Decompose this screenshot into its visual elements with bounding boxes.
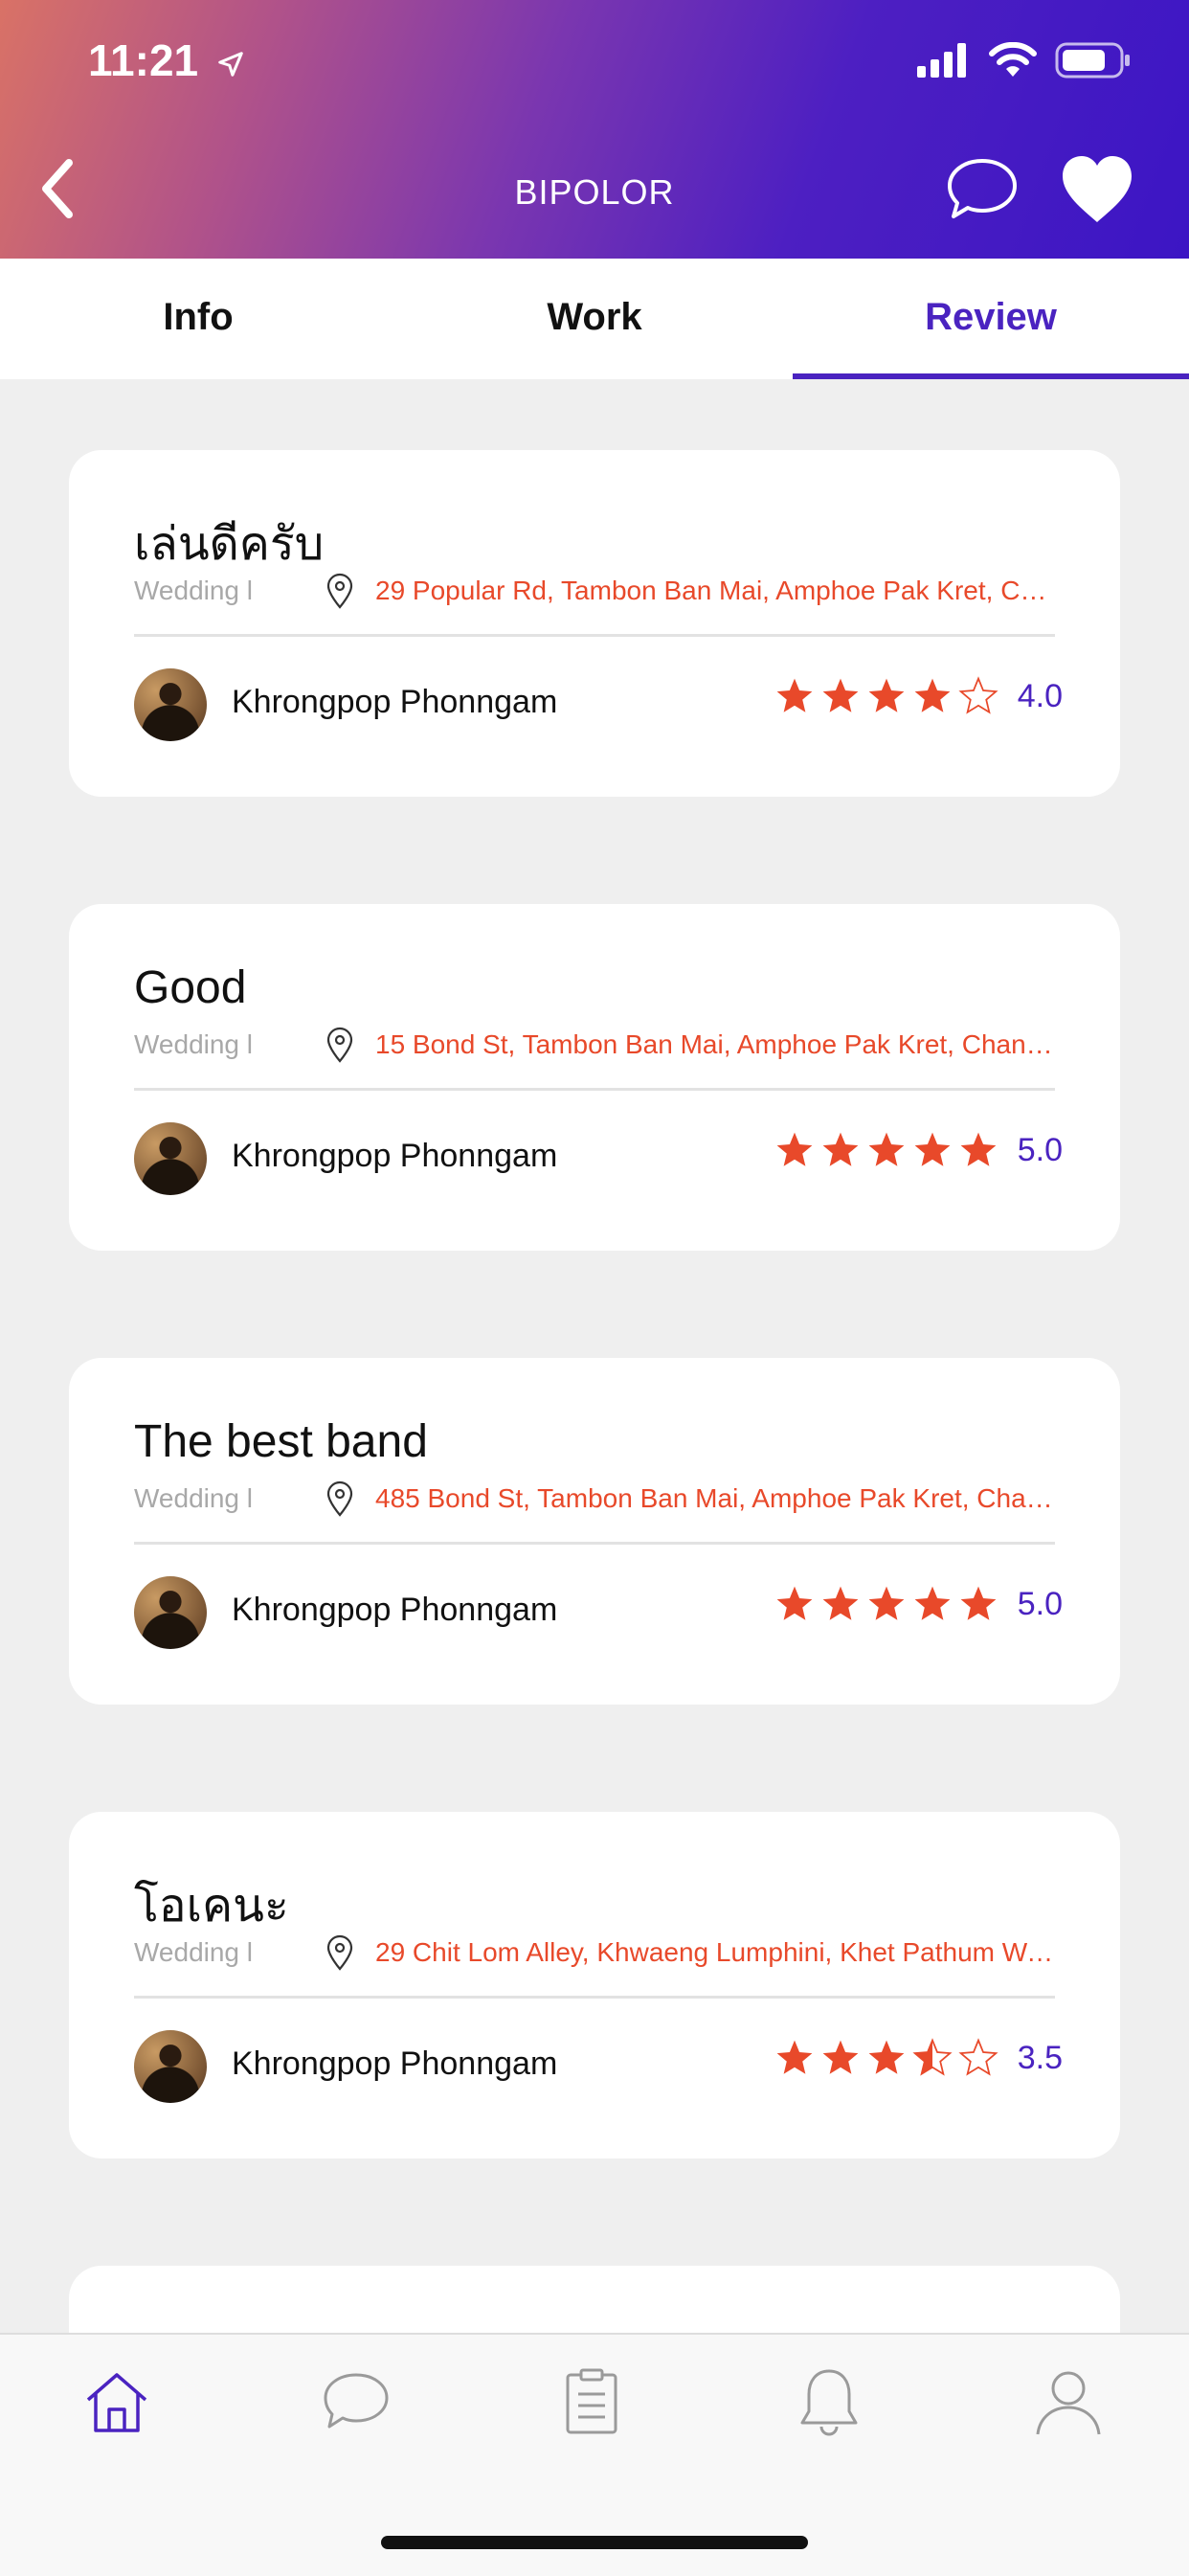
star-rating: 3.5 <box>774 2038 1063 2078</box>
reviewer-name: Khrongpop Phonngam <box>232 2045 558 2082</box>
star-full-icon <box>868 2040 905 2074</box>
review-title: The best band <box>134 1416 428 1467</box>
star-full-icon <box>868 1132 905 1166</box>
tab-bar: Info Work Review <box>0 259 1189 379</box>
nav-chat[interactable] <box>308 2354 404 2450</box>
avatar <box>134 1122 207 1195</box>
star-empty-icon <box>958 676 998 714</box>
rating-score: 5.0 <box>1017 1585 1063 1622</box>
review-address: 29 Popular Rd, Tambon Ban Mai, Amphoe Pa… <box>375 576 1055 605</box>
nav-home[interactable] <box>69 2354 165 2450</box>
review-address: 29 Chit Lom Alley, Khwaeng Lumphini, Khe… <box>375 1937 1055 1967</box>
review-title: เล่นดีครับ <box>134 519 325 570</box>
home-indicator <box>381 2536 808 2549</box>
divider <box>134 1542 1055 1545</box>
review-address: 15 Bond St, Tambon Ban Mai, Amphoe Pak K… <box>375 1029 1055 1059</box>
star-full-icon <box>914 1132 951 1166</box>
star-rating: 5.0 <box>774 1130 1063 1170</box>
tab-work[interactable]: Work <box>396 259 793 379</box>
star-full-icon <box>776 678 813 712</box>
status-time-text: 11:21 <box>88 35 199 85</box>
avatar <box>134 668 207 741</box>
review-title: Good <box>134 962 247 1013</box>
review-category: Wedding l <box>134 1029 254 1059</box>
tab-info[interactable]: Info <box>0 259 396 379</box>
status-time: 11:21 <box>88 34 245 86</box>
star-full-icon <box>914 1586 951 1620</box>
location-arrow-icon <box>218 52 243 77</box>
star-full-icon <box>914 678 951 712</box>
review-meta: Wedding l 15 Bond St, Tambon Ban Mai, Am… <box>134 1027 1055 1063</box>
review-meta: Wedding l 485 Bond St, Tambon Ban Mai, A… <box>134 1480 1055 1517</box>
review-category: Wedding l <box>134 576 254 605</box>
review-meta: Wedding l 29 Chit Lom Alley, Khwaeng Lum… <box>134 1934 1055 1971</box>
divider <box>134 634 1055 637</box>
review-address: 485 Bond St, Tambon Ban Mai, Amphoe Pak … <box>375 1483 1055 1513</box>
status-icons <box>917 42 1132 79</box>
divider <box>134 1088 1055 1091</box>
star-full-icon <box>822 2040 859 2074</box>
rating-score: 3.5 <box>1017 2039 1063 2076</box>
star-full-icon <box>822 1132 859 1166</box>
avatar <box>134 2030 207 2103</box>
review-title: โอเคนะ <box>134 1881 289 1932</box>
stars <box>774 1130 998 1170</box>
star-full-icon <box>776 2040 813 2074</box>
divider <box>134 1996 1055 1999</box>
location-pin-icon <box>325 1934 358 1971</box>
star-rating: 5.0 <box>774 1584 1063 1624</box>
review-category: Wedding l <box>134 1483 254 1513</box>
review-list: เล่นดีครับ Wedding l 29 Popular Rd, Tamb… <box>69 450 1120 2361</box>
home-icon <box>86 2373 147 2432</box>
nav-tasks[interactable] <box>544 2354 639 2450</box>
reviewer-name: Khrongpop Phonngam <box>232 1138 558 1174</box>
star-rating: 4.0 <box>774 676 1063 716</box>
star-empty-icon <box>958 2038 998 2076</box>
location-pin-icon <box>325 573 358 609</box>
clipboard-icon <box>566 2368 617 2434</box>
stars <box>774 676 998 716</box>
avatar <box>134 1576 207 1649</box>
review-card[interactable]: โอเคนะ Wedding l 29 Chit Lom Alley, Khwa… <box>69 1812 1120 2158</box>
star-full-icon <box>960 1586 997 1620</box>
review-card[interactable]: เล่นดีครับ Wedding l 29 Popular Rd, Tamb… <box>69 450 1120 797</box>
bell-icon <box>800 2369 858 2436</box>
nav-notifications[interactable] <box>781 2354 877 2450</box>
star-half-icon <box>912 2038 953 2076</box>
review-card[interactable]: The best band Wedding l 485 Bond St, Tam… <box>69 1358 1120 1705</box>
star-full-icon <box>868 678 905 712</box>
heart-icon <box>1063 156 1132 222</box>
stars <box>774 1584 998 1624</box>
review-category: Wedding l <box>134 1937 254 1967</box>
review-meta: Wedding l 29 Popular Rd, Tambon Ban Mai,… <box>134 573 1055 609</box>
star-full-icon <box>822 678 859 712</box>
profile-icon <box>1036 2371 1101 2435</box>
cellular-signal-icon <box>917 43 966 78</box>
chat-icon <box>324 2373 389 2429</box>
nav-profile[interactable] <box>1021 2354 1116 2450</box>
rating-score: 5.0 <box>1017 1131 1063 1168</box>
stars <box>774 2038 998 2078</box>
favorite-button[interactable] <box>1057 151 1137 228</box>
chat-button[interactable] <box>944 153 1021 224</box>
tab-review[interactable]: Review <box>793 259 1189 379</box>
reviewer-name: Khrongpop Phonngam <box>232 1592 558 1628</box>
star-full-icon <box>776 1586 813 1620</box>
location-pin-icon <box>325 1027 358 1063</box>
review-card[interactable]: Good Wedding l 15 Bond St, Tambon Ban Ma… <box>69 904 1120 1251</box>
wifi-icon <box>989 42 1037 77</box>
star-full-icon <box>868 1586 905 1620</box>
star-full-icon <box>822 1586 859 1620</box>
battery-icon <box>1055 42 1130 79</box>
star-full-icon <box>776 1132 813 1166</box>
location-pin-icon <box>325 1480 358 1517</box>
chat-bubble-icon <box>948 159 1017 218</box>
header-bar: 11:21 BIPOLOR <box>0 0 1189 259</box>
reviewer-name: Khrongpop Phonngam <box>232 684 558 720</box>
star-full-icon <box>960 1132 997 1166</box>
rating-score: 4.0 <box>1017 677 1063 714</box>
